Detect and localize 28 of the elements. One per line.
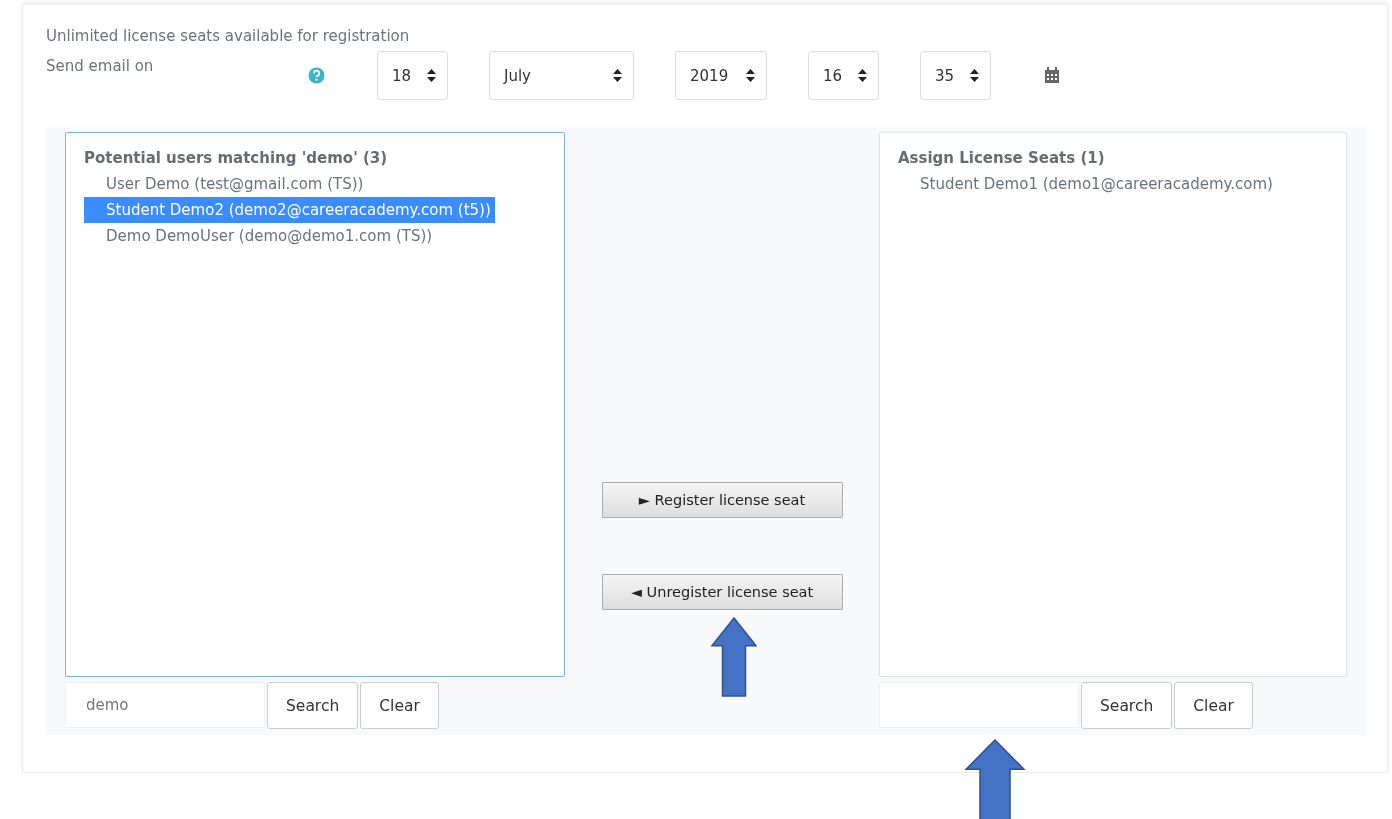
list-item[interactable]: User Demo (test@gmail.com (TS)): [84, 171, 368, 197]
month-select[interactable]: July: [489, 51, 634, 100]
list-heading: Potential users matching 'demo' (3): [84, 148, 389, 169]
list-heading: Assign License Seats (1): [898, 148, 1106, 169]
user-list[interactable]: Potential users matching 'demo' (3) User Demo (test@gmail.com (TS)) Student Demo2 (demo2@careeracademy.com (t5)) Demo DemoUser (demo@demo1.com (TS)): [65, 132, 565, 677]
seats-info: Unlimited license seats available for registration: [46, 27, 411, 47]
search-field[interactable]: demo: [65, 682, 265, 728]
search-button[interactable]: Search: [1081, 682, 1173, 729]
clear-button[interactable]: Clear: [1174, 682, 1253, 729]
minute-select[interactable]: 35: [920, 51, 991, 100]
sort-icon: [858, 69, 867, 82]
search-button[interactable]: Search: [267, 682, 359, 729]
sort-icon: [613, 69, 622, 82]
day-select[interactable]: 18: [377, 51, 448, 100]
unregister-button[interactable]: ◄ Unregister license seat: [601, 574, 843, 610]
sort-icon: [746, 69, 755, 82]
clear-button[interactable]: Clear: [360, 682, 439, 729]
sort-icon: [427, 69, 436, 82]
year-select[interactable]: 2019: [675, 51, 767, 100]
list-item[interactable]: Demo DemoUser (demo@demo1.com (TS)): [84, 223, 437, 249]
sort-icon: [970, 69, 979, 82]
register-button[interactable]: ► Register license seat: [601, 482, 843, 518]
send-email-label: Send email on: [46, 56, 155, 75]
user-list[interactable]: Assign License Seats (1) Student Demo1 (demo1@careeracademy.com): [879, 132, 1347, 677]
calendar-icon[interactable]: [1044, 67, 1060, 84]
list-item[interactable]: Student Demo1 (demo1@careeracademy.com): [898, 171, 1277, 197]
hour-select[interactable]: 16: [808, 51, 879, 100]
help-icon[interactable]: [308, 67, 325, 84]
